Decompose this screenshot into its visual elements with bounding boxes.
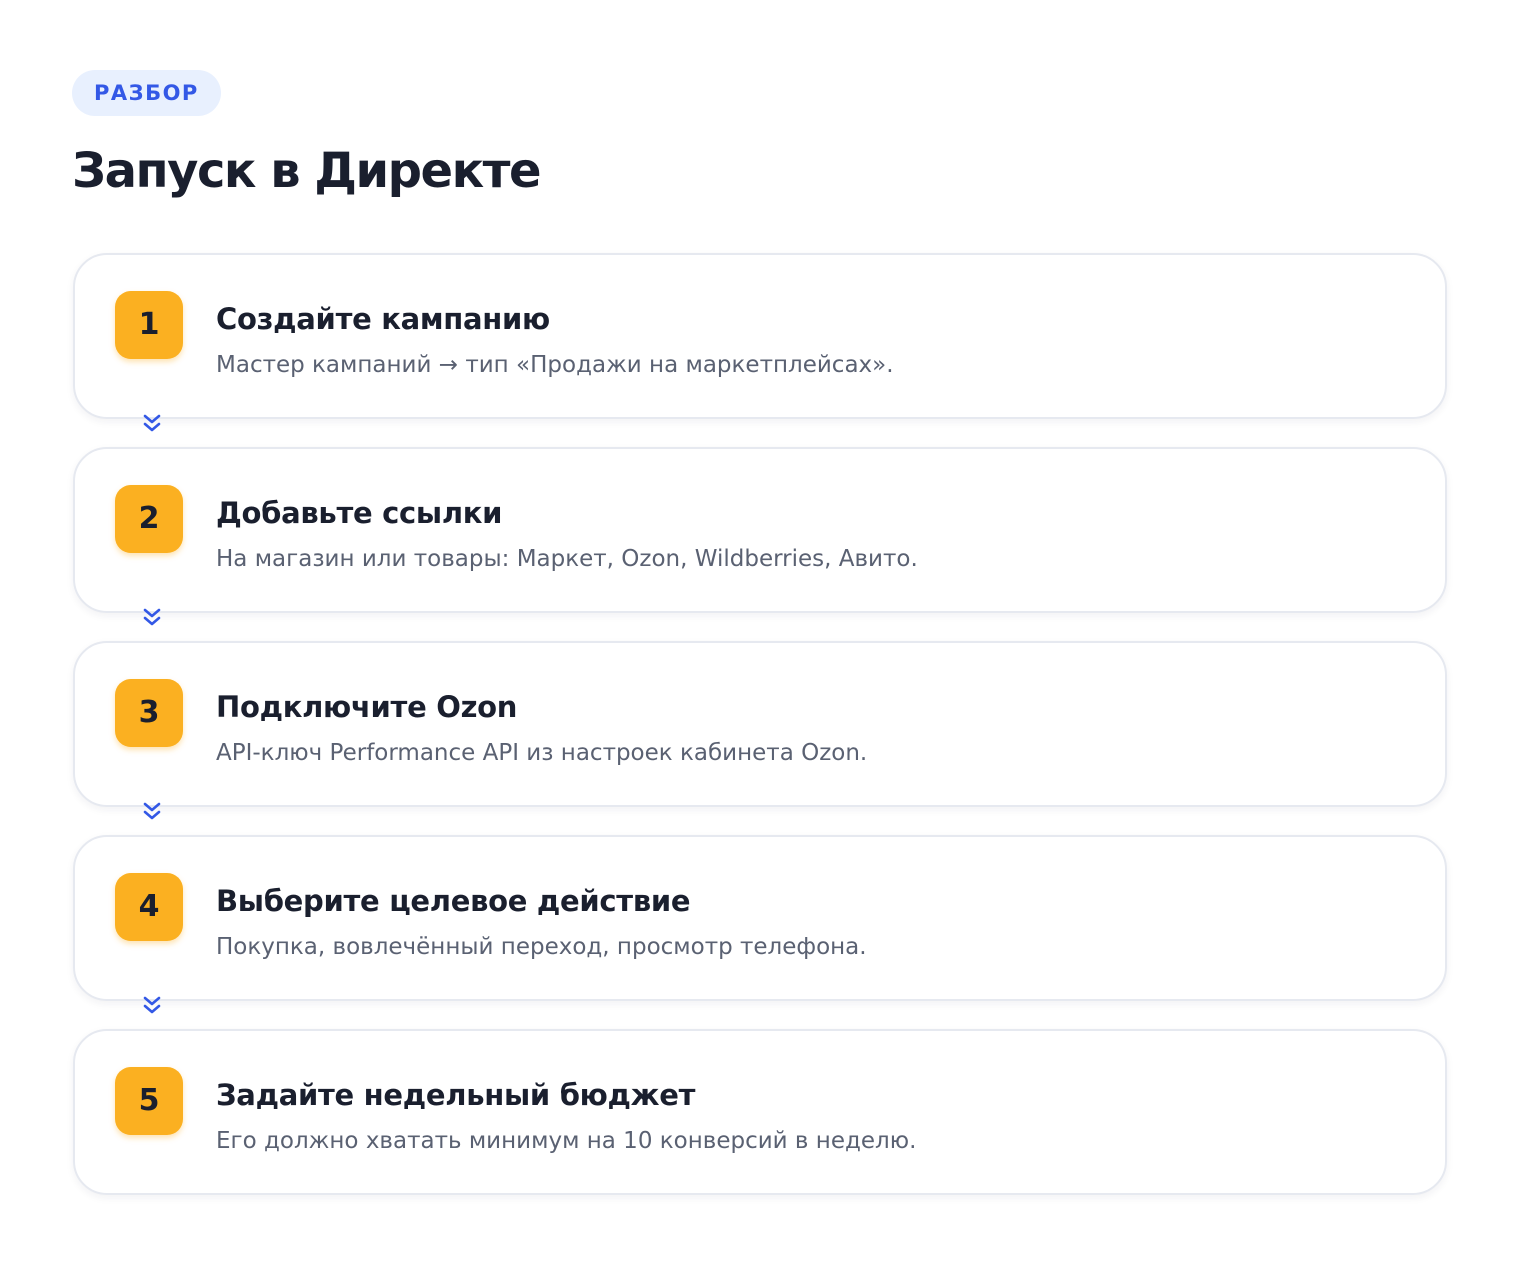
step-card-1: 1 Создайте кампанию Мастер кампаний → ти… <box>73 253 1447 432</box>
step-description: Его должно хватать минимум на 10 конверс… <box>216 1128 917 1154</box>
step-number-badge: 1 <box>115 291 183 359</box>
step-description: На магазин или товары: Маркет, Ozon, Wil… <box>216 546 918 572</box>
step-title: Выберите целевое действие <box>216 884 691 918</box>
step-number-badge: 5 <box>115 1067 183 1135</box>
step-description: Покупка, вовлечённый переход, просмотр т… <box>216 934 867 960</box>
step-card-3: 3 Подключите Ozon API-ключ Performance A… <box>73 641 1447 820</box>
double-chevron-down-icon <box>143 996 161 1014</box>
steps-list: 1 Создайте кампанию Мастер кампаний → ти… <box>73 253 1447 1195</box>
step-number-badge: 4 <box>115 873 183 941</box>
step-description: Мастер кампаний → тип «Продажи на маркет… <box>216 352 894 378</box>
double-chevron-down-icon <box>143 802 161 820</box>
step-number-badge: 2 <box>115 485 183 553</box>
step-title: Подключите Ozon <box>216 690 518 724</box>
step-title: Создайте кампанию <box>216 302 550 336</box>
step-card-5: 5 Задайте недельный бюджет Его должно хв… <box>73 1029 1447 1195</box>
double-chevron-down-icon <box>143 608 161 626</box>
step-number-badge: 3 <box>115 679 183 747</box>
step-title: Добавьте ссылки <box>216 496 503 530</box>
section-tag: РАЗБОР <box>72 70 221 116</box>
step-description: API-ключ Performance API из настроек каб… <box>216 740 868 766</box>
page-title: Запуск в Директе <box>72 143 542 199</box>
step-card-2: 2 Добавьте ссылки На магазин или товары:… <box>73 447 1447 626</box>
step-card-4: 4 Выберите целевое действие Покупка, вов… <box>73 835 1447 1014</box>
double-chevron-down-icon <box>143 414 161 432</box>
step-title: Задайте недельный бюджет <box>216 1078 696 1112</box>
